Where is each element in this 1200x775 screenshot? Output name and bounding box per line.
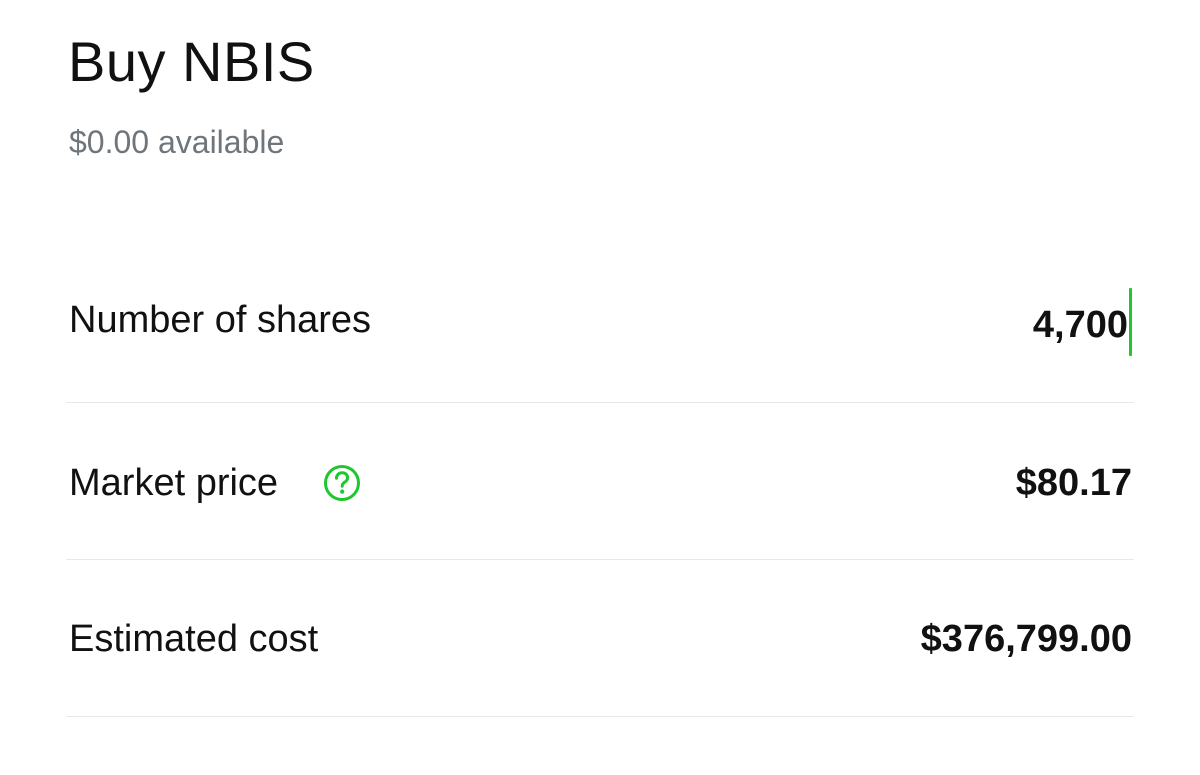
shares-row: Number of shares — [66, 245, 1134, 403]
shares-value-wrapper — [908, 304, 1128, 347]
estimated-cost-value: $376,799.00 — [920, 618, 1132, 660]
market-price-label: Market price — [69, 462, 279, 504]
estimated-cost-label: Estimated cost — [69, 618, 319, 660]
shares-label: Number of shares — [69, 299, 372, 341]
text-cursor — [1129, 288, 1132, 356]
question-circle-icon[interactable] — [322, 463, 362, 503]
estimated-cost-row: Estimated cost $376,799.00 — [66, 559, 1134, 717]
page-title: Buy NBIS — [68, 30, 315, 93]
buying-power-text: $0.00 available — [69, 124, 285, 160]
market-price-value: $80.17 — [1015, 462, 1132, 504]
market-price-row: Market price $80.17 — [66, 402, 1134, 560]
buy-order-screen: Buy NBIS $0.00 available Number of share… — [0, 0, 1200, 775]
shares-input[interactable] — [908, 304, 1128, 347]
